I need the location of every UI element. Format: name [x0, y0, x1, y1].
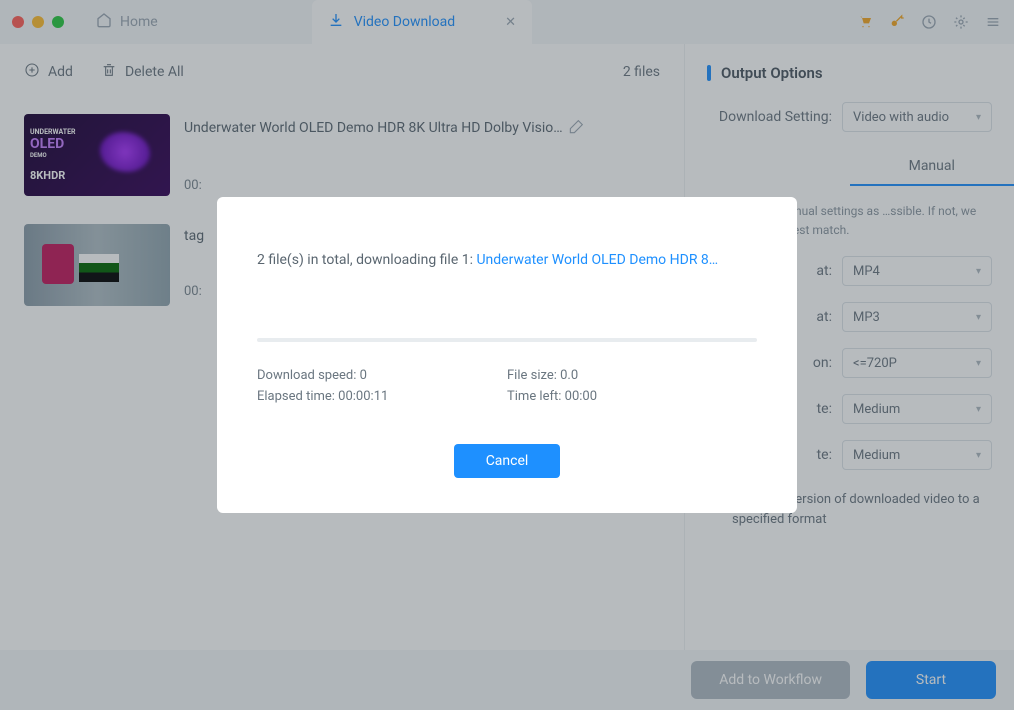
download-speed: Download speed: 0: [257, 368, 507, 383]
modal-status-text: 2 file(s) in total, downloading file 1: …: [257, 252, 757, 268]
downloading-filename: Underwater World OLED Demo HDR 8…: [476, 252, 718, 268]
modal-actions: Cancel: [257, 444, 757, 478]
file-size: File size: 0.0: [507, 368, 757, 383]
download-progress-modal: 2 file(s) in total, downloading file 1: …: [217, 197, 797, 513]
progress-bar: [257, 338, 757, 342]
stats-row-1: Download speed: 0 File size: 0.0: [257, 368, 757, 383]
stats-row-2: Elapsed time: 00:00:11 Time left: 00:00: [257, 389, 757, 404]
time-left: Time left: 00:00: [507, 389, 757, 404]
elapsed-time: Elapsed time: 00:00:11: [257, 389, 507, 404]
modal-overlay: 2 file(s) in total, downloading file 1: …: [0, 0, 1014, 710]
cancel-button[interactable]: Cancel: [454, 444, 561, 478]
